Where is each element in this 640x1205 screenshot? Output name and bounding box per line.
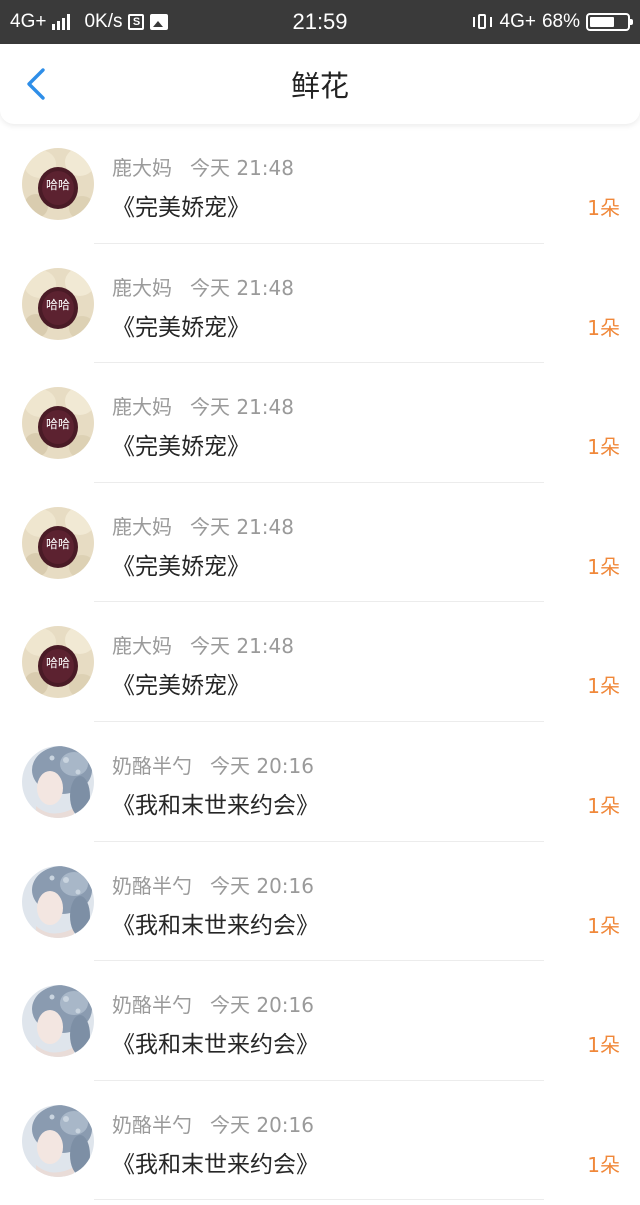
hamster-avatar[interactable]: 哈哈 [22, 506, 94, 579]
girl-avatar[interactable] [22, 865, 94, 938]
flower-amount: 1朵 [587, 1152, 620, 1177]
record-meta: 奶酪半勺 今天 20:16 [112, 750, 314, 779]
book-title[interactable]: 《我和末世来约会》 [112, 906, 319, 940]
record-time: 今天 20:16 [210, 753, 314, 778]
image-icon [150, 14, 169, 30]
book-title[interactable]: 《我和末世来约会》 [112, 1145, 319, 1179]
status-bar-left: 4G+ 0K/s S [10, 0, 169, 44]
record-meta: 奶酪半勺 今天 20:16 [112, 989, 314, 1018]
record-time: 今天 20:16 [210, 1112, 314, 1137]
list-item[interactable]: 哈哈 鹿大妈 今天 21:48 《完美娇宠》 1朵 [0, 363, 640, 483]
flower-amount: 1朵 [587, 913, 620, 938]
flower-amount: 1朵 [587, 196, 620, 220]
record-meta: 奶酪半勺 今天 20:16 [112, 870, 314, 899]
list-item[interactable]: 哈哈 鹿大妈 今天 21:48 《完美娇宠》 1朵 [0, 124, 640, 244]
user-name[interactable]: 鹿大妈 [112, 391, 172, 420]
flower-amount: 1朵 [587, 554, 620, 579]
list-item[interactable]: 哈哈 鹿大妈 今天 21:48 《完美娇宠》 1朵 [0, 244, 640, 364]
avatar-text: 哈哈 [45, 536, 70, 551]
user-name[interactable]: 鹿大妈 [112, 511, 172, 540]
book-title[interactable]: 《完美娇宠》 [112, 188, 250, 222]
row-divider [94, 1199, 544, 1201]
record-meta: 鹿大妈 今天 21:48 [112, 272, 294, 301]
flower-record-list: 哈哈 鹿大妈 今天 21:48 《完美娇宠》 1朵 哈哈 鹿大妈 今天 21:48 《完美娇宠》… [0, 124, 640, 1201]
flower-amount: 1朵 [587, 674, 620, 699]
hamster-avatar[interactable]: 哈哈 [22, 626, 94, 699]
vibrate-icon [472, 13, 494, 31]
hamster-avatar[interactable]: 哈哈 [22, 148, 94, 220]
flower-amount: 1朵 [587, 793, 620, 818]
flower-amount: 1朵 [587, 315, 620, 340]
record-meta: 鹿大妈 今天 21:48 [112, 511, 294, 540]
chevron-left-icon [27, 68, 45, 100]
back-button[interactable] [14, 62, 58, 106]
list-item[interactable]: 奶酪半勺 今天 20:16 《我和末世来约会》 1朵 [0, 961, 640, 1081]
user-name[interactable]: 鹿大妈 [112, 152, 172, 181]
network-label: 4G+ [10, 11, 47, 32]
record-time: 今天 21:48 [190, 634, 294, 659]
avatar-text: 哈哈 [45, 297, 70, 312]
record-meta: 鹿大妈 今天 21:48 [112, 630, 294, 659]
book-title[interactable]: 《我和末世来约会》 [112, 1025, 319, 1059]
signal-icon [52, 14, 71, 30]
book-title[interactable]: 《完美娇宠》 [112, 547, 250, 581]
status-bar: 4G+ 0K/s S 21:59 4G+ 68% [0, 0, 640, 44]
status-bar-right: 4G+ 68% [472, 0, 633, 44]
record-meta: 鹿大妈 今天 21:48 [112, 152, 294, 181]
nav-header: 鲜花 [0, 44, 640, 124]
avatar-text: 哈哈 [45, 656, 70, 671]
record-time: 今天 21:48 [190, 275, 294, 300]
avatar-text: 哈哈 [45, 417, 70, 432]
flower-amount: 1朵 [587, 1033, 620, 1058]
book-title[interactable]: 《我和末世来约会》 [112, 786, 319, 820]
network-right-label: 4G+ [499, 11, 536, 32]
book-title[interactable]: 《完美娇宠》 [112, 427, 250, 461]
list-item[interactable]: 奶酪半勺 今天 20:16 《我和末世来约会》 1朵 [0, 722, 640, 842]
record-time: 今天 21:48 [190, 514, 294, 539]
user-name[interactable]: 奶酪半勺 [112, 989, 192, 1018]
list-item[interactable]: 哈哈 鹿大妈 今天 21:48 《完美娇宠》 1朵 [0, 602, 640, 722]
user-name[interactable]: 鹿大妈 [112, 272, 172, 301]
user-name[interactable]: 奶酪半勺 [112, 750, 192, 779]
list-item[interactable]: 哈哈 鹿大妈 今天 21:48 《完美娇宠》 1朵 [0, 483, 640, 603]
flower-amount: 1朵 [587, 435, 620, 460]
list-item[interactable]: 奶酪半勺 今天 20:16 《我和末世来约会》 1朵 [0, 1081, 640, 1201]
avatar-text: 哈哈 [45, 178, 70, 192]
girl-avatar[interactable] [22, 745, 94, 818]
girl-avatar[interactable] [22, 1104, 94, 1177]
record-meta: 鹿大妈 今天 21:48 [112, 391, 294, 420]
record-meta: 奶酪半勺 今天 20:16 [112, 1109, 314, 1138]
list-item[interactable]: 奶酪半勺 今天 20:16 《我和末世来约会》 1朵 [0, 842, 640, 962]
girl-avatar[interactable] [22, 985, 94, 1058]
user-name[interactable]: 奶酪半勺 [112, 1109, 192, 1138]
book-title[interactable]: 《完美娇宠》 [112, 308, 250, 342]
clock: 21:59 [292, 9, 348, 34]
user-name[interactable]: 奶酪半勺 [112, 870, 192, 899]
page-title: 鲜花 [290, 69, 349, 103]
user-name[interactable]: 鹿大妈 [112, 630, 172, 659]
speed-label: 0K/s [84, 11, 123, 32]
battery-icon [586, 13, 633, 31]
record-time: 今天 20:16 [210, 993, 314, 1018]
record-time: 今天 21:48 [190, 395, 294, 420]
hamster-avatar[interactable]: 哈哈 [22, 387, 94, 460]
book-title[interactable]: 《完美娇宠》 [112, 666, 250, 700]
s-app-icon: S [128, 14, 145, 30]
record-time: 今天 21:48 [190, 156, 294, 180]
hamster-avatar[interactable]: 哈哈 [22, 267, 94, 340]
record-time: 今天 20:16 [210, 873, 314, 898]
battery-label: 68% [541, 11, 580, 32]
